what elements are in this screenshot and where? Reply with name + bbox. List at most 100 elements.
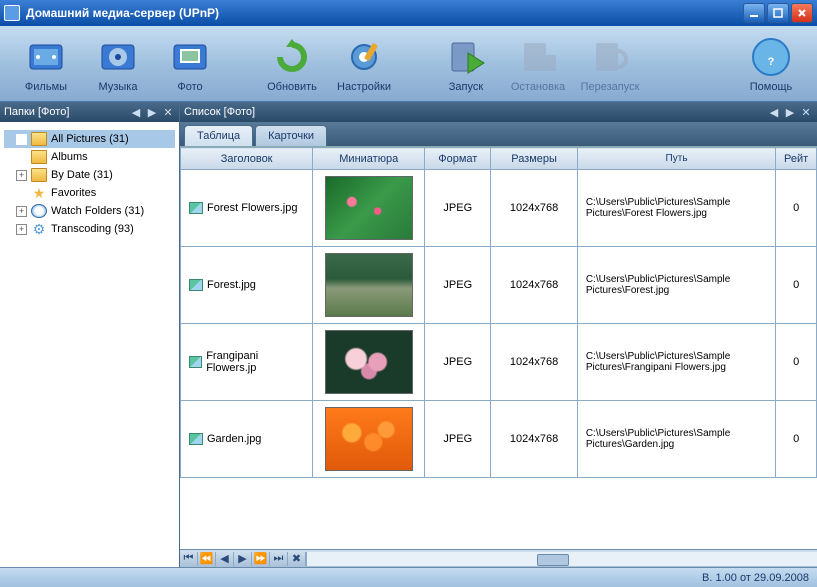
settings-icon — [342, 35, 386, 79]
file-dimensions: 1024x768 — [491, 324, 577, 401]
star-icon: ★ — [31, 186, 47, 200]
file-rating: 0 — [776, 247, 817, 324]
panel-next-icon[interactable]: ▶ — [145, 105, 159, 119]
file-rating: 0 — [776, 324, 817, 401]
films-button[interactable]: Фильмы — [10, 35, 82, 93]
photo-button[interactable]: Фото — [154, 35, 226, 93]
file-format: JPEG — [425, 170, 491, 247]
col-header-path[interactable]: Путь — [577, 148, 775, 170]
film-icon — [24, 35, 68, 79]
col-header-rating[interactable]: Рейт — [776, 148, 817, 170]
file-title: Frangipani Flowers.jp — [206, 350, 304, 374]
file-path: C:\Users\Public\Pictures\Sample Pictures… — [577, 170, 775, 247]
panel-close-icon[interactable]: ✕ — [161, 105, 175, 119]
close-button[interactable] — [791, 3, 813, 23]
record-navigator: ⏮ ⏪ ◀ ▶ ⏩ ⏭ ✖ — [180, 549, 817, 567]
nav-first-icon[interactable]: ⏮ — [180, 552, 198, 566]
nav-prevpage-icon[interactable]: ⏪ — [198, 552, 216, 566]
file-title: Forest.jpg — [207, 279, 256, 291]
tree-item[interactable]: + By Date (31) — [4, 166, 175, 184]
maximize-button[interactable] — [767, 3, 789, 23]
tree-item-label: Albums — [51, 151, 88, 163]
tab-table[interactable]: Таблица — [184, 125, 253, 146]
folders-panel-header: Папки [Фото] ◀ ▶ ✕ — [0, 102, 179, 122]
panel-close-icon[interactable]: ✕ — [799, 105, 813, 119]
col-header-thumb[interactable]: Миниатюра — [313, 148, 425, 170]
file-path: C:\Users\Public\Pictures\Sample Pictures… — [577, 247, 775, 324]
version-label: В. 1.00 от 29.09.2008 — [702, 572, 809, 584]
tree-item[interactable]: All Pictures (31) — [4, 130, 175, 148]
panel-next-icon[interactable]: ▶ — [783, 105, 797, 119]
films-label: Фильмы — [10, 81, 82, 93]
table-row[interactable]: Frangipani Flowers.jpJPEG1024x768C:\User… — [181, 324, 817, 401]
table-row[interactable]: Forest Flowers.jpgJPEG1024x768C:\Users\P… — [181, 170, 817, 247]
nav-nextpage-icon[interactable]: ⏩ — [252, 552, 270, 566]
panel-prev-icon[interactable]: ◀ — [767, 105, 781, 119]
thumbnail — [325, 253, 413, 317]
statusbar: В. 1.00 от 29.09.2008 — [0, 567, 817, 587]
stop-icon — [516, 35, 560, 79]
col-header-title[interactable]: Заголовок — [181, 148, 313, 170]
refresh-icon — [270, 35, 314, 79]
file-rating: 0 — [776, 170, 817, 247]
horizontal-scrollbar[interactable] — [306, 552, 817, 566]
tree-item[interactable]: Albums — [4, 148, 175, 166]
nav-bookmark-icon[interactable]: ✖ — [288, 552, 306, 566]
thumbnail — [325, 330, 413, 394]
tree-item-label: Transcoding (93) — [51, 223, 134, 235]
svg-text:?: ? — [768, 56, 775, 68]
music-button[interactable]: Музыка — [82, 35, 154, 93]
col-header-format[interactable]: Формат — [425, 148, 491, 170]
tab-cards[interactable]: Карточки — [255, 125, 327, 146]
tree-item[interactable]: +⚙Transcoding (93) — [4, 220, 175, 238]
titlebar: Домашний медиа-сервер (UPnP) — [0, 0, 817, 26]
folder-tree[interactable]: All Pictures (31) Albums + By Date (31) ★Fav… — [0, 122, 179, 567]
expand-icon[interactable]: + — [16, 224, 27, 235]
thumbnail — [325, 407, 413, 471]
file-title: Garden.jpg — [207, 433, 261, 445]
minimize-button[interactable] — [743, 3, 765, 23]
start-button[interactable]: Запуск — [430, 35, 502, 93]
help-label: Помощь — [735, 81, 807, 93]
expand-spacer — [16, 152, 27, 163]
main-toolbar: Фильмы Музыка Фото Обновить Настройки За… — [0, 26, 817, 102]
clock-icon — [31, 204, 47, 218]
file-table-wrap[interactable]: Заголовок Миниатюра Формат Размеры Путь … — [180, 146, 817, 549]
restart-icon — [588, 35, 632, 79]
tree-item[interactable]: ★Favorites — [4, 184, 175, 202]
panel-prev-icon[interactable]: ◀ — [129, 105, 143, 119]
folder-icon — [31, 168, 47, 182]
refresh-label: Обновить — [256, 81, 328, 93]
stop-button: Остановка — [502, 35, 574, 93]
expand-icon[interactable]: + — [16, 206, 27, 217]
col-header-size[interactable]: Размеры — [491, 148, 577, 170]
folder-icon — [31, 132, 47, 146]
expand-icon[interactable]: + — [16, 170, 27, 181]
table-row[interactable]: Garden.jpgJPEG1024x768C:\Users\Public\Pi… — [181, 401, 817, 478]
stop-label: Остановка — [502, 81, 574, 93]
window-title: Домашний медиа-сервер (UPnP) — [26, 6, 741, 20]
expand-spacer — [16, 134, 27, 145]
file-dimensions: 1024x768 — [491, 401, 577, 478]
list-panel-title: Список [Фото] — [184, 106, 765, 118]
app-icon — [4, 5, 20, 21]
nav-last-icon[interactable]: ⏭ — [270, 552, 288, 566]
music-label: Музыка — [82, 81, 154, 93]
help-icon: ? — [749, 35, 793, 79]
tree-item-label: By Date (31) — [51, 169, 113, 181]
settings-button[interactable]: Настройки — [328, 35, 400, 93]
file-format: JPEG — [425, 247, 491, 324]
file-path: C:\Users\Public\Pictures\Sample Pictures… — [577, 401, 775, 478]
help-button[interactable]: ? Помощь — [735, 35, 807, 93]
expand-spacer — [16, 188, 27, 199]
table-row[interactable]: Forest.jpgJPEG1024x768C:\Users\Public\Pi… — [181, 247, 817, 324]
tree-item[interactable]: +Watch Folders (31) — [4, 202, 175, 220]
start-label: Запуск — [430, 81, 502, 93]
list-panel-header: Список [Фото] ◀ ▶ ✕ — [180, 102, 817, 122]
list-panel: Список [Фото] ◀ ▶ ✕ Таблица Карточки Заг… — [180, 102, 817, 567]
photo-icon — [168, 35, 212, 79]
refresh-button[interactable]: Обновить — [256, 35, 328, 93]
nav-prev-icon[interactable]: ◀ — [216, 552, 234, 566]
image-file-icon — [189, 356, 202, 368]
nav-next-icon[interactable]: ▶ — [234, 552, 252, 566]
